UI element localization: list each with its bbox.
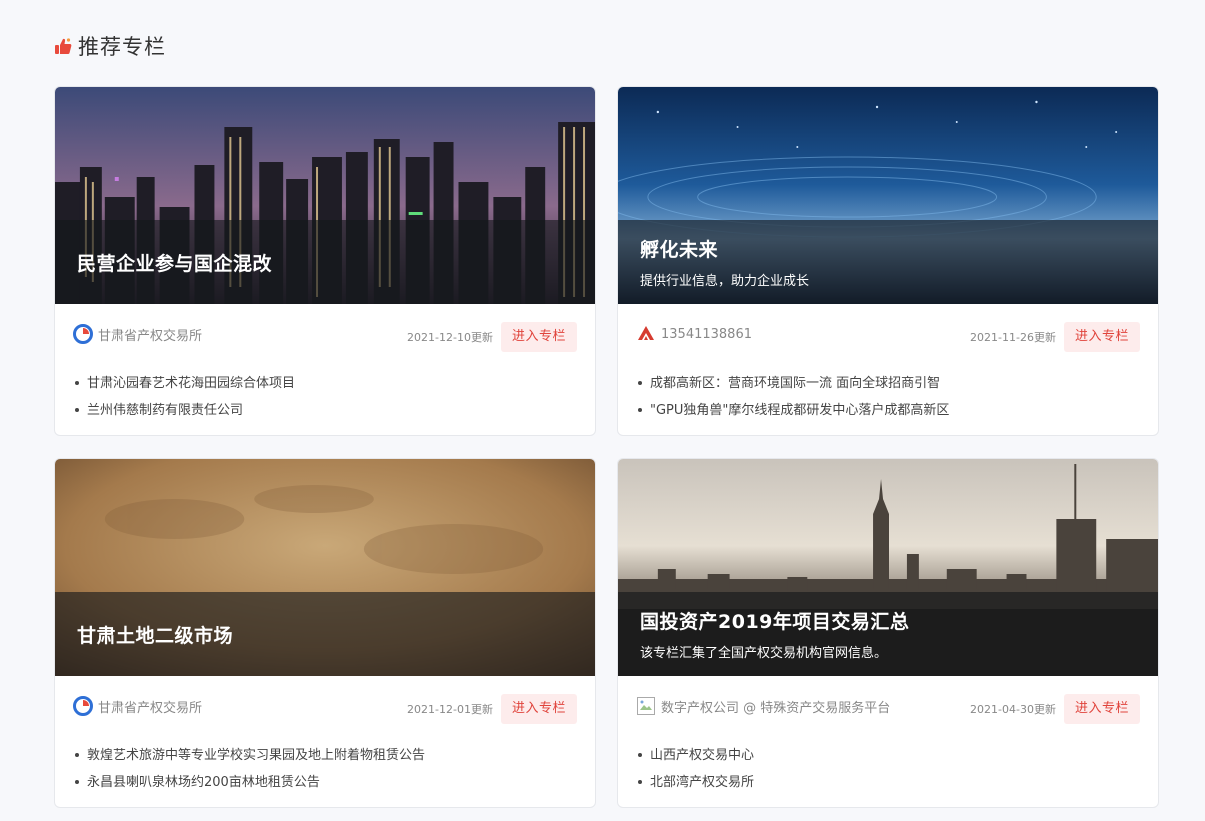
enter-column-button[interactable]: 进入专栏 — [500, 694, 577, 724]
meta-right: 2021-11-26更新 进入专栏 — [970, 322, 1140, 352]
column-card[interactable]: 甘肃土地二级市场 甘肃省产权交易所 2021-12-01更新 进入专栏 敦煌艺术… — [54, 458, 596, 808]
org-info[interactable]: 数字产权公司 @ 特殊资产交易服务平台 — [636, 696, 890, 716]
gansu-exchange-logo-icon — [73, 696, 93, 716]
list-item[interactable]: 山西产权交易中心 — [638, 742, 1138, 769]
card-meta: 甘肃省产权交易所 2021-12-10更新 进入专栏 — [55, 304, 595, 370]
cover-overlay: 孵化未来 提供行业信息，助力企业成长 — [618, 220, 1158, 304]
org-info[interactable]: 甘肃省产权交易所 — [73, 324, 202, 344]
list-item[interactable]: 永昌县喇叭泉林场约200亩林地租赁公告 — [75, 769, 575, 796]
red-logo-icon — [638, 326, 654, 340]
cover-overlay: 甘肃土地二级市场 — [55, 592, 595, 676]
column-subtitle: 提供行业信息，助力企业成长 — [640, 274, 810, 289]
org-name: 数字产权公司 @ 特殊资产交易服务平台 — [661, 700, 891, 716]
enter-column-button[interactable]: 进入专栏 — [500, 322, 577, 352]
enter-column-button[interactable]: 进入专栏 — [1063, 694, 1140, 724]
org-info[interactable]: 13541138861 — [636, 324, 752, 344]
gansu-exchange-logo-icon — [73, 324, 93, 344]
list-item[interactable]: "GPU独角兽"摩尔线程成都研发中心落户成都高新区 — [638, 397, 1138, 424]
section-title: 推荐专栏 — [78, 35, 166, 59]
org-info[interactable]: 甘肃省产权交易所 — [73, 696, 202, 716]
org-name: 甘肃省产权交易所 — [98, 700, 203, 716]
article-list: 成都高新区：营商环境国际一流 面向全球招商引智 "GPU独角兽"摩尔线程成都研发… — [618, 370, 1158, 424]
enter-column-button[interactable]: 进入专栏 — [1063, 322, 1140, 352]
section-header: 推荐专栏 — [54, 31, 166, 61]
list-item[interactable]: 甘肃沁园春艺术花海田园综合体项目 — [75, 370, 575, 397]
cover-image[interactable]: 民营企业参与国企混改 — [55, 87, 595, 304]
list-item[interactable]: 北部湾产权交易所 — [638, 769, 1138, 796]
thumbs-up-icon — [55, 38, 72, 54]
column-grid: 民营企业参与国企混改 甘肃省产权交易所 2021-12-10更新 进入专栏 甘肃… — [54, 86, 1159, 808]
column-title: 民营企业参与国企混改 — [77, 252, 273, 275]
org-name: 甘肃省产权交易所 — [98, 328, 203, 344]
cover-image[interactable]: 国投资产2019年项目交易汇总 该专栏汇集了全国产权交易机构官网信息。 — [618, 459, 1158, 676]
update-time: 2021-04-30更新 — [970, 703, 1056, 716]
card-meta: 13541138861 2021-11-26更新 进入专栏 — [618, 304, 1158, 370]
card-meta: 甘肃省产权交易所 2021-12-01更新 进入专栏 — [55, 676, 595, 742]
article-list: 甘肃沁园春艺术花海田园综合体项目 兰州伟慈制药有限责任公司 — [55, 370, 595, 424]
column-title: 国投资产2019年项目交易汇总 — [640, 611, 910, 633]
meta-right: 2021-12-01更新 进入专栏 — [407, 694, 577, 724]
cover-overlay: 国投资产2019年项目交易汇总 该专栏汇集了全国产权交易机构官网信息。 — [618, 592, 1158, 676]
org-name: 13541138861 — [661, 326, 752, 342]
column-card[interactable]: 民营企业参与国企混改 甘肃省产权交易所 2021-12-10更新 进入专栏 甘肃… — [54, 86, 596, 436]
update-time: 2021-12-01更新 — [407, 703, 493, 716]
column-subtitle: 该专栏汇集了全国产权交易机构官网信息。 — [640, 646, 888, 661]
article-list: 敦煌艺术旅游中等专业学校实习果园及地上附着物租赁公告 永昌县喇叭泉林场约200亩… — [55, 742, 595, 796]
column-card[interactable]: 孵化未来 提供行业信息，助力企业成长 13541138861 2021-11-2… — [617, 86, 1159, 436]
cover-image[interactable]: 孵化未来 提供行业信息，助力企业成长 — [618, 87, 1158, 304]
column-title: 甘肃土地二级市场 — [77, 624, 234, 647]
meta-right: 2021-12-10更新 进入专栏 — [407, 322, 577, 352]
cover-overlay: 民营企业参与国企混改 — [55, 220, 595, 304]
list-item[interactable]: 敦煌艺术旅游中等专业学校实习果园及地上附着物租赁公告 — [75, 742, 575, 769]
column-title: 孵化未来 — [640, 239, 719, 261]
update-time: 2021-12-10更新 — [407, 331, 493, 344]
card-meta: 数字产权公司 @ 特殊资产交易服务平台 2021-04-30更新 进入专栏 — [618, 676, 1158, 742]
article-list: 山西产权交易中心 北部湾产权交易所 — [618, 742, 1158, 796]
list-item[interactable]: 成都高新区：营商环境国际一流 面向全球招商引智 — [638, 370, 1138, 397]
list-item[interactable]: 兰州伟慈制药有限责任公司 — [75, 397, 575, 424]
update-time: 2021-11-26更新 — [970, 331, 1056, 344]
broken-image-icon — [637, 697, 655, 715]
column-card[interactable]: 国投资产2019年项目交易汇总 该专栏汇集了全国产权交易机构官网信息。 数字产权… — [617, 458, 1159, 808]
meta-right: 2021-04-30更新 进入专栏 — [970, 694, 1140, 724]
cover-image[interactable]: 甘肃土地二级市场 — [55, 459, 595, 676]
